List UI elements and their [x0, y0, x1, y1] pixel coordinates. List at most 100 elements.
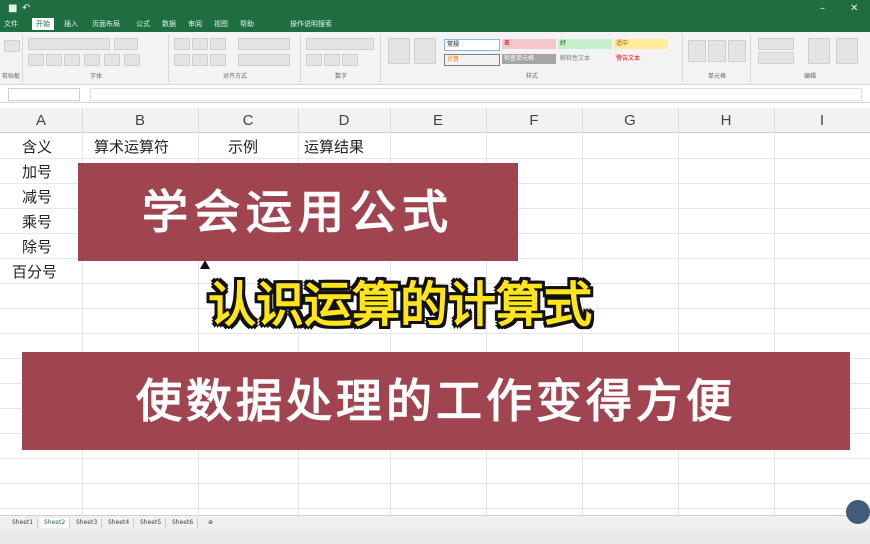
cells-label: 单元格: [707, 73, 726, 80]
formula-input[interactable]: [90, 88, 862, 101]
clipboard-label: 剪贴板: [1, 73, 20, 80]
tell-me-search[interactable]: 操作说明搜索: [290, 19, 332, 29]
align-right-icon[interactable]: [210, 54, 226, 66]
row-divider: [0, 158, 870, 159]
cell-a4[interactable]: 乘号: [22, 211, 52, 232]
status-bar: [0, 529, 870, 544]
cell-a5[interactable]: 除号: [22, 236, 52, 257]
overlay-banner-bottom: 使数据处理的工作变得方便: [22, 352, 850, 450]
style-warning[interactable]: 警告文本: [614, 54, 668, 64]
delete-cells-icon[interactable]: [708, 40, 726, 62]
tab-page-layout[interactable]: 页面布局: [92, 19, 120, 29]
column-header-d[interactable]: D: [298, 108, 391, 132]
tab-formulas[interactable]: 公式: [136, 19, 150, 29]
number-label: 数字: [334, 73, 347, 80]
sheet-tab-2[interactable]: Sheet2: [40, 518, 71, 528]
sort-filter-icon[interactable]: [808, 38, 830, 64]
column-header-i[interactable]: I: [774, 108, 870, 132]
tab-review[interactable]: 审阅: [188, 19, 202, 29]
style-neutral[interactable]: 适中: [614, 39, 668, 49]
save-icon[interactable]: ■: [8, 3, 17, 14]
align-bottom-icon[interactable]: [210, 38, 226, 50]
column-headers: A B C D E F G H I: [0, 108, 870, 133]
border-icon[interactable]: [84, 54, 100, 66]
tab-insert[interactable]: 插入: [64, 19, 78, 29]
cell-a1[interactable]: 含义: [22, 136, 52, 157]
cell-c1[interactable]: 示例: [228, 136, 258, 157]
font-color-icon[interactable]: [124, 54, 140, 66]
fill-icon[interactable]: [758, 52, 794, 64]
style-good[interactable]: 好: [558, 39, 612, 49]
sheet-tab-3[interactable]: Sheet3: [72, 518, 103, 528]
italic-icon[interactable]: [46, 54, 62, 66]
font-family-select[interactable]: [28, 38, 110, 50]
column-header-f[interactable]: F: [486, 108, 583, 132]
cell-a2[interactable]: 加号: [22, 161, 52, 182]
column-header-b[interactable]: B: [82, 108, 199, 132]
overlay-highlight-text: 认识运算的计算式: [207, 277, 592, 333]
sheet-tab-5[interactable]: Sheet5: [136, 518, 167, 528]
align-center-icon[interactable]: [192, 54, 208, 66]
format-table-icon[interactable]: [414, 38, 436, 64]
editing-group: 编辑: [752, 34, 868, 82]
close-icon[interactable]: ✕: [850, 3, 858, 14]
paste-icon[interactable]: [4, 40, 20, 52]
underline-icon[interactable]: [64, 54, 80, 66]
styles-label: 样式: [525, 73, 538, 80]
minimize-icon[interactable]: –: [820, 3, 825, 14]
formula-bar: [0, 86, 870, 103]
wrap-text-button[interactable]: [238, 38, 290, 50]
tab-home[interactable]: 开始: [32, 18, 54, 30]
conditional-format-icon[interactable]: [388, 38, 410, 64]
alignment-label: 对齐方式: [222, 73, 247, 80]
avatar: [846, 500, 870, 524]
alignment-group: 对齐方式: [170, 34, 301, 82]
tab-file[interactable]: 文件: [4, 19, 18, 29]
cell-a3[interactable]: 减号: [22, 186, 52, 207]
cell-d1[interactable]: 运算结果: [304, 136, 364, 157]
row-divider: [0, 483, 870, 484]
style-normal[interactable]: 常规: [444, 39, 500, 51]
tab-help[interactable]: 帮助: [240, 19, 254, 29]
bold-icon[interactable]: [28, 54, 44, 66]
format-cells-icon[interactable]: [728, 40, 746, 62]
fill-color-icon[interactable]: [104, 54, 120, 66]
column-header-h[interactable]: H: [678, 108, 775, 132]
cell-a6[interactable]: 百分号: [12, 261, 57, 282]
title-bar: ■ ↶ – ✕: [0, 0, 870, 18]
clipboard-group: 剪贴板: [0, 34, 23, 82]
align-top-icon[interactable]: [174, 38, 190, 50]
sheet-tab-bar: Sheet1 Sheet2 Sheet3 Sheet4 Sheet5 Sheet…: [0, 515, 870, 530]
style-explanatory[interactable]: 解释性文本: [558, 54, 612, 64]
style-calculation[interactable]: 计算: [444, 54, 500, 66]
column-header-g[interactable]: G: [582, 108, 679, 132]
undo-icon[interactable]: ↶: [22, 3, 30, 14]
style-check-cell[interactable]: 检查单元格: [502, 54, 556, 64]
style-bad[interactable]: 差: [502, 39, 556, 49]
add-sheet-icon[interactable]: ⊕: [204, 518, 217, 528]
row-divider: [0, 508, 870, 509]
tab-data[interactable]: 数据: [162, 19, 176, 29]
sheet-tab-6[interactable]: Sheet6: [168, 518, 199, 528]
row-divider: [0, 458, 870, 459]
font-size-select[interactable]: [114, 38, 138, 50]
number-format-select[interactable]: [306, 38, 374, 50]
column-header-e[interactable]: E: [390, 108, 487, 132]
align-left-icon[interactable]: [174, 54, 190, 66]
sheet-tab-4[interactable]: Sheet4: [104, 518, 135, 528]
autosum-icon[interactable]: [758, 38, 794, 50]
name-box[interactable]: [8, 88, 80, 101]
currency-icon[interactable]: [306, 54, 322, 66]
align-middle-icon[interactable]: [192, 38, 208, 50]
styles-group: 常规 差 好 适中 计算 检查单元格 解释性文本 警告文本 样式: [382, 34, 683, 82]
insert-cells-icon[interactable]: [688, 40, 706, 62]
find-select-icon[interactable]: [836, 38, 858, 64]
tab-view[interactable]: 视图: [214, 19, 228, 29]
column-header-a[interactable]: A: [0, 108, 83, 132]
comma-icon[interactable]: [342, 54, 358, 66]
merge-center-button[interactable]: [238, 54, 290, 66]
cell-b1[interactable]: 算术运算符: [94, 136, 169, 157]
percent-icon[interactable]: [324, 54, 340, 66]
sheet-tab-1[interactable]: Sheet1: [8, 518, 39, 528]
column-header-c[interactable]: C: [198, 108, 299, 132]
